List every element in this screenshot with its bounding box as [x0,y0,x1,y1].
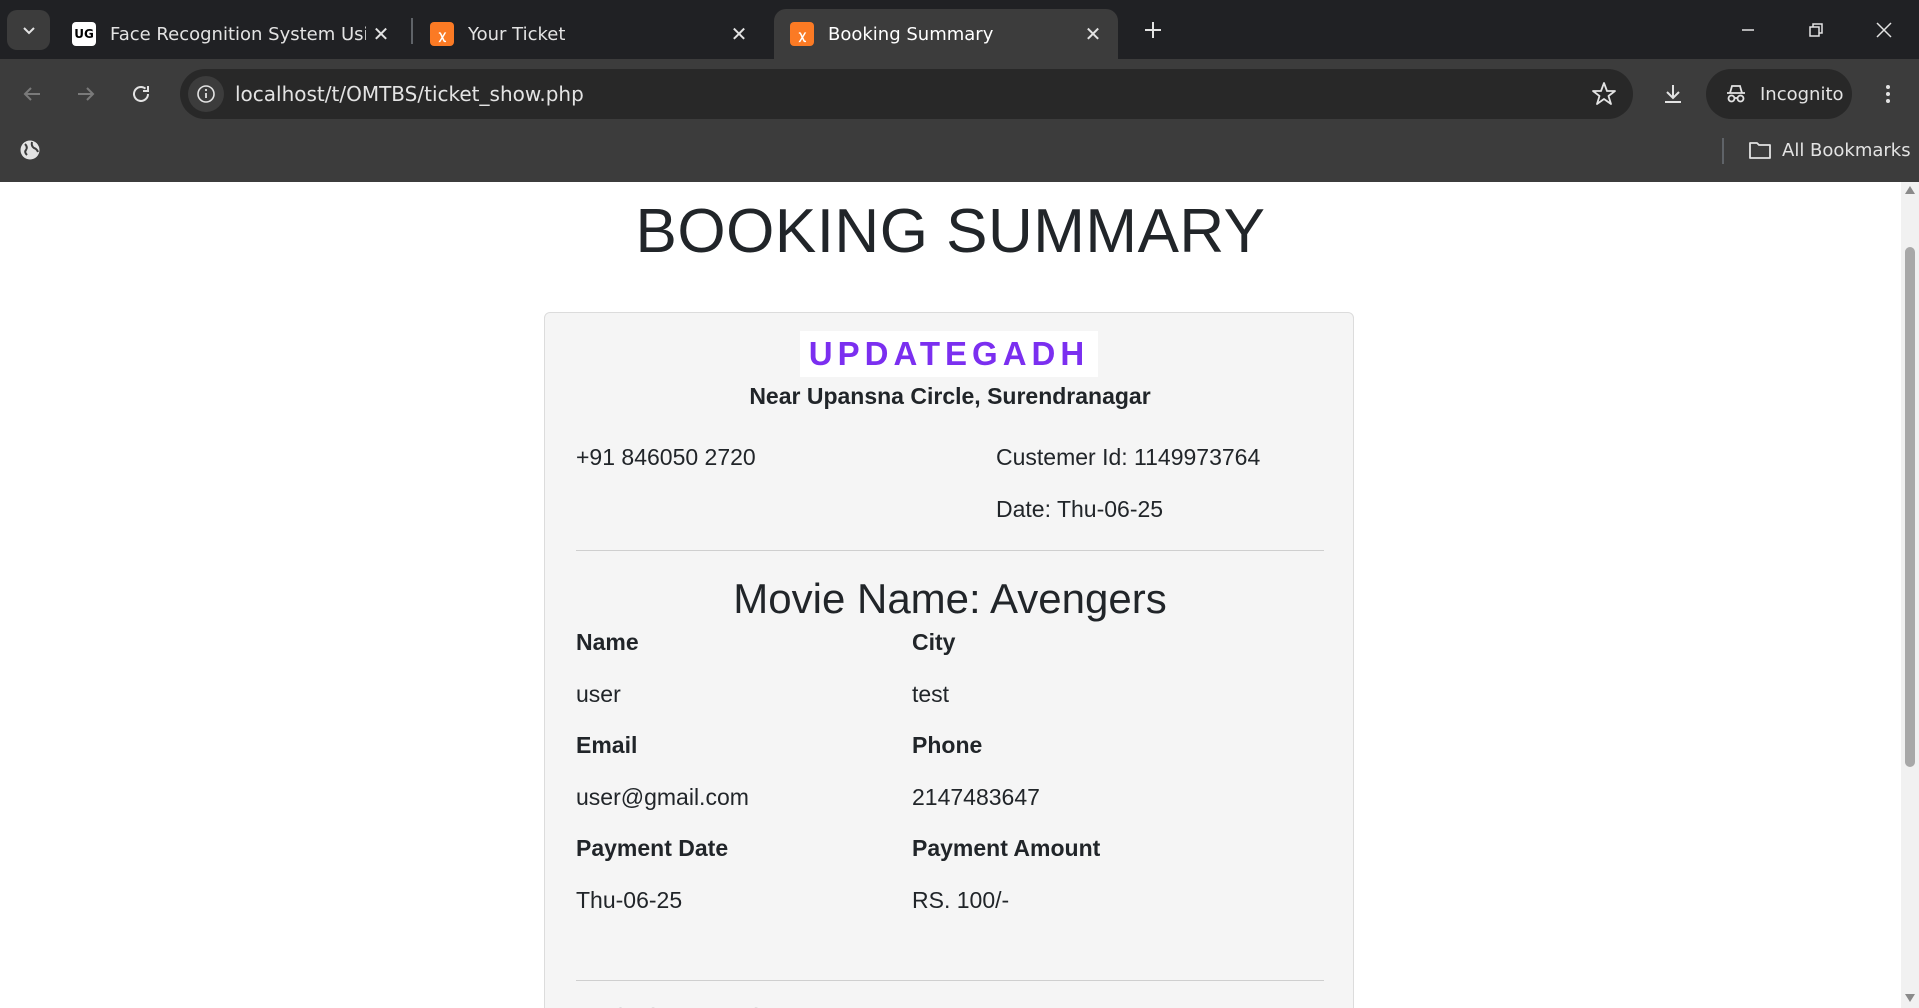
tab-divider [411,18,413,44]
phone-label: Phone [912,732,983,758]
tab-booking-summary[interactable]: ꭓ Booking Summary ✕ [774,9,1118,59]
scrollbar-thumb[interactable] [1905,247,1915,767]
customer-id: Custemer Id: 1149973764 [996,444,1261,470]
incognito-icon [1727,85,1745,103]
minimize-icon [1742,28,1754,31]
city-value: test [912,681,950,707]
tab-face-recognition[interactable]: UG Face Recognition System Using ✕ [56,9,406,59]
url-text[interactable]: localhost/t/OMTBS/ticket_show.php [235,82,584,106]
download-icon [1665,85,1681,103]
payment-date-value: Thu-06-25 [576,887,683,913]
xampp-icon: ꭓ [790,22,814,46]
booking-details-heading: BOOKING DETAILS [576,999,956,1008]
more-vert-icon [1886,85,1890,103]
movie-name: Movie Name: Avengers [733,575,1167,622]
email-label: Email [576,732,638,758]
tab-strip: UG Face Recognition System Using ✕ ꭓ You… [0,0,1919,59]
downloads-button[interactable] [1653,74,1693,114]
menu-button[interactable] [1868,74,1908,114]
address: Near Upansna Circle, Surendranagar [749,383,1151,409]
arrow-left-icon [23,87,40,101]
tab-title: Your Ticket [468,23,566,45]
booking-date: Date: Thu-06-25 [996,496,1164,522]
contact-phone: +91 846050 2720 [576,444,756,470]
all-bookmarks-button[interactable]: All Bookmarks [1748,130,1911,170]
page-title: BOOKING SUMMARY [635,197,1266,266]
name-label: Name [576,629,639,655]
new-tab-button[interactable] [1135,12,1171,48]
forward-button[interactable] [66,74,106,114]
arrow-right-icon [78,87,95,101]
plus-icon [1145,22,1161,38]
page-scrollbar[interactable] [1901,182,1919,1008]
site-info-button[interactable] [188,76,224,112]
bookmarks-divider [1722,138,1724,164]
tab-your-ticket[interactable]: ꭓ Your Ticket ✕ [414,9,764,59]
xampp-icon: ꭓ [430,22,454,46]
scroll-up-icon[interactable] [1905,186,1915,194]
divider [576,550,1324,551]
tab-search-button[interactable] [7,10,50,50]
divider [576,980,1324,981]
tab-title: Booking Summary [828,23,994,45]
email-value: user@gmail.com [576,784,749,810]
reload-icon [133,85,149,102]
folder-icon [1749,142,1771,159]
phone-value: 2147483647 [912,784,1040,810]
star-icon[interactable] [1591,81,1617,107]
info-icon [197,85,215,103]
restore-button[interactable] [1782,0,1850,59]
brand-logo: UPDATEGADH [800,331,1098,377]
payment-amount-label: Payment Amount [912,835,1101,861]
tab-title: Face Recognition System Using [110,23,366,45]
address-bar[interactable]: localhost/t/OMTBS/ticket_show.php [180,69,1633,119]
all-bookmarks-label: All Bookmarks [1782,139,1911,161]
payment-amount-value: RS. 100/- [912,887,1010,913]
close-icon[interactable]: ✕ [1078,19,1108,49]
page-viewport: BOOKING SUMMARY UPDATEGADH Near Upansna … [0,182,1901,1008]
name-value: user [576,681,621,707]
incognito-label: Incognito [1760,83,1844,105]
minimize-button[interactable] [1714,0,1782,59]
ug-icon: UG [72,22,96,46]
back-button[interactable] [12,74,52,114]
chevron-down-icon [22,27,35,35]
globe-icon[interactable] [18,138,44,164]
restore-icon [1809,22,1823,37]
bookmarks-bar: All Bookmarks [0,130,1919,182]
city-label: City [912,629,956,655]
payment-date-label: Payment Date [576,835,729,861]
close-window-button[interactable] [1850,0,1918,59]
close-icon [1876,21,1892,38]
incognito-indicator[interactable]: Incognito [1706,69,1852,119]
scroll-down-icon[interactable] [1905,994,1915,1002]
close-icon[interactable]: ✕ [366,19,396,49]
reload-button[interactable] [121,74,161,114]
browser-toolbar: localhost/t/OMTBS/ticket_show.php Incogn… [0,59,1919,130]
ticket-card: UPDATEGADH Near Upansna Circle, Surendra… [544,312,1354,1008]
close-icon[interactable]: ✕ [724,19,754,49]
